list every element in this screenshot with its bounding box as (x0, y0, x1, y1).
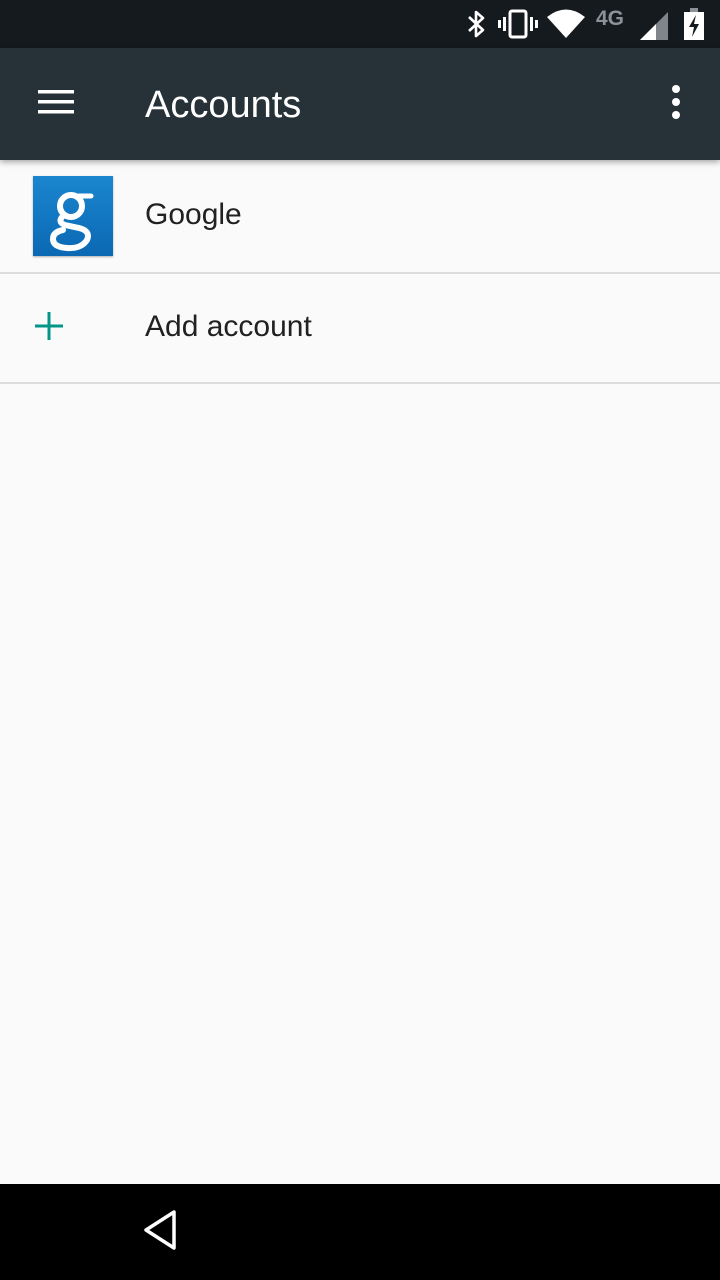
network-type-label: 4G (596, 7, 625, 30)
app-toolbar: Accounts (0, 48, 720, 160)
hamburger-menu-icon (37, 88, 75, 121)
page-title: Accounts (145, 84, 302, 126)
more-vert-icon (670, 84, 682, 125)
bluetooth-icon (464, 8, 488, 45)
account-row-google[interactable]: Google (0, 160, 720, 274)
account-label-google: Google (145, 198, 242, 231)
back-button[interactable] (130, 1204, 190, 1260)
add-account-label: Add account (145, 310, 312, 343)
navigation-menu-button[interactable] (20, 76, 92, 132)
add-account-row[interactable]: Add account (0, 274, 720, 384)
wifi-icon (546, 8, 586, 45)
vibrate-icon (498, 8, 538, 45)
battery-charging-icon (682, 8, 706, 45)
plus-icon (33, 310, 65, 347)
cell-signal-icon (638, 10, 670, 47)
overflow-menu-button[interactable] (652, 76, 700, 132)
system-navigation-bar (0, 1184, 720, 1280)
google-logo-icon (33, 176, 113, 256)
accounts-list: Google Add account (0, 160, 720, 384)
back-triangle-icon (140, 1208, 180, 1257)
status-bar: 4G (0, 0, 720, 48)
